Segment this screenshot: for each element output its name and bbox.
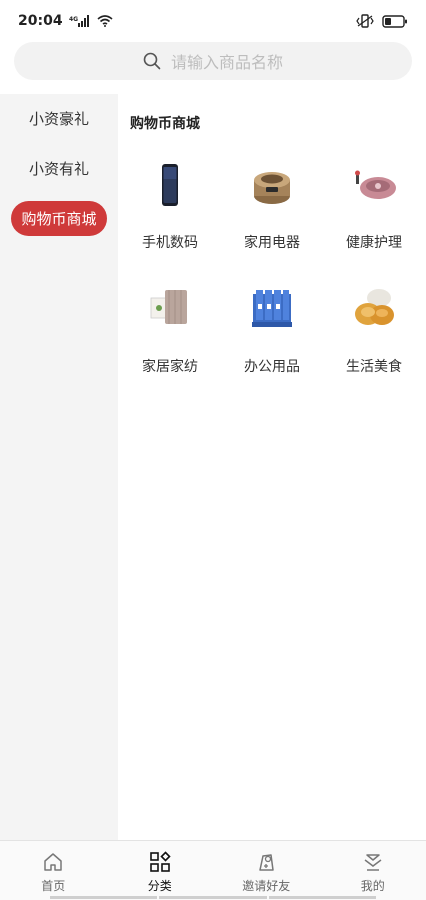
category-label: 家居家纺 — [142, 359, 198, 375]
signal-icon: 4G — [69, 15, 89, 27]
category-label: 办公用品 — [244, 359, 300, 375]
category-item-phone-digital[interactable]: 手机数码 — [120, 160, 220, 270]
sidebar-item-shopping-coin-mall[interactable]: 购物币商城 — [0, 198, 118, 238]
category-icon — [149, 851, 171, 872]
sidebar-item-label: 小资豪礼 — [28, 109, 89, 128]
search-icon — [143, 52, 161, 70]
category-label: 生活美食 — [346, 359, 402, 375]
status-left: 20:04 4G — [18, 13, 113, 29]
home-icon — [44, 853, 62, 871]
phone-icon — [162, 164, 178, 206]
category-item-home-appliances[interactable]: 家用电器 — [222, 160, 322, 270]
tab-label: 首页 — [41, 879, 66, 893]
category-sidebar: 小资豪礼 小资有礼 购物币商城 — [0, 94, 118, 840]
wifi-icon — [97, 15, 113, 27]
category-item-life-food[interactable]: 生活美食 — [324, 284, 424, 394]
category-label: 家用电器 — [244, 235, 300, 251]
tab-invite-friends[interactable]: 邀请好友 — [213, 841, 320, 900]
category-item-health-care[interactable]: 健康护理 — [324, 160, 424, 270]
sidebar-item-label: 购物币商城 — [11, 200, 107, 236]
tab-profile[interactable]: 我的 — [320, 841, 426, 900]
search-bar[interactable]: 请输入商品名称 — [14, 42, 412, 80]
rice-cooker-icon — [254, 172, 290, 204]
category-label: 健康护理 — [346, 235, 402, 251]
category-label: 手机数码 — [142, 235, 198, 251]
profile-icon — [364, 854, 382, 871]
snack-icon — [355, 289, 394, 325]
tab-label: 邀请好友 — [242, 879, 291, 893]
sidebar-item-label: 小资有礼 — [28, 159, 89, 178]
bottom-tab-bar: 首页 分类 邀请好友 我的 — [0, 840, 426, 900]
vibrate-icon — [356, 14, 374, 28]
category-item-office-supplies[interactable]: 办公用品 — [222, 284, 322, 394]
status-bar: 20:04 4G — [0, 0, 426, 42]
status-time: 20:04 — [18, 13, 63, 29]
battery-icon — [382, 14, 407, 28]
sidebar-item-xiaozi-youli[interactable]: 小资有礼 — [0, 148, 118, 188]
category-item-home-textiles[interactable]: 家居家纺 — [120, 284, 220, 394]
svg-text:4G: 4G — [69, 16, 78, 23]
file-rack-icon — [252, 290, 292, 327]
category-content: 购物币商城 手机数码 家用电器 健康护理 家居家纺 办公用品 生活美食 — [118, 94, 426, 840]
section-title: 购物币商城 — [130, 116, 200, 132]
status-right — [356, 14, 408, 28]
search-placeholder: 请输入商品名称 — [170, 53, 283, 72]
invite-icon — [259, 854, 274, 871]
massager-icon — [355, 170, 396, 199]
towel-icon — [150, 290, 187, 324]
tab-home[interactable]: 首页 — [0, 841, 107, 900]
tab-category[interactable]: 分类 — [107, 841, 214, 900]
tab-label: 我的 — [360, 879, 385, 893]
tab-label: 分类 — [147, 879, 172, 893]
sidebar-item-xiaozi-haoli[interactable]: 小资豪礼 — [0, 98, 118, 138]
home-indicator — [50, 896, 376, 899]
